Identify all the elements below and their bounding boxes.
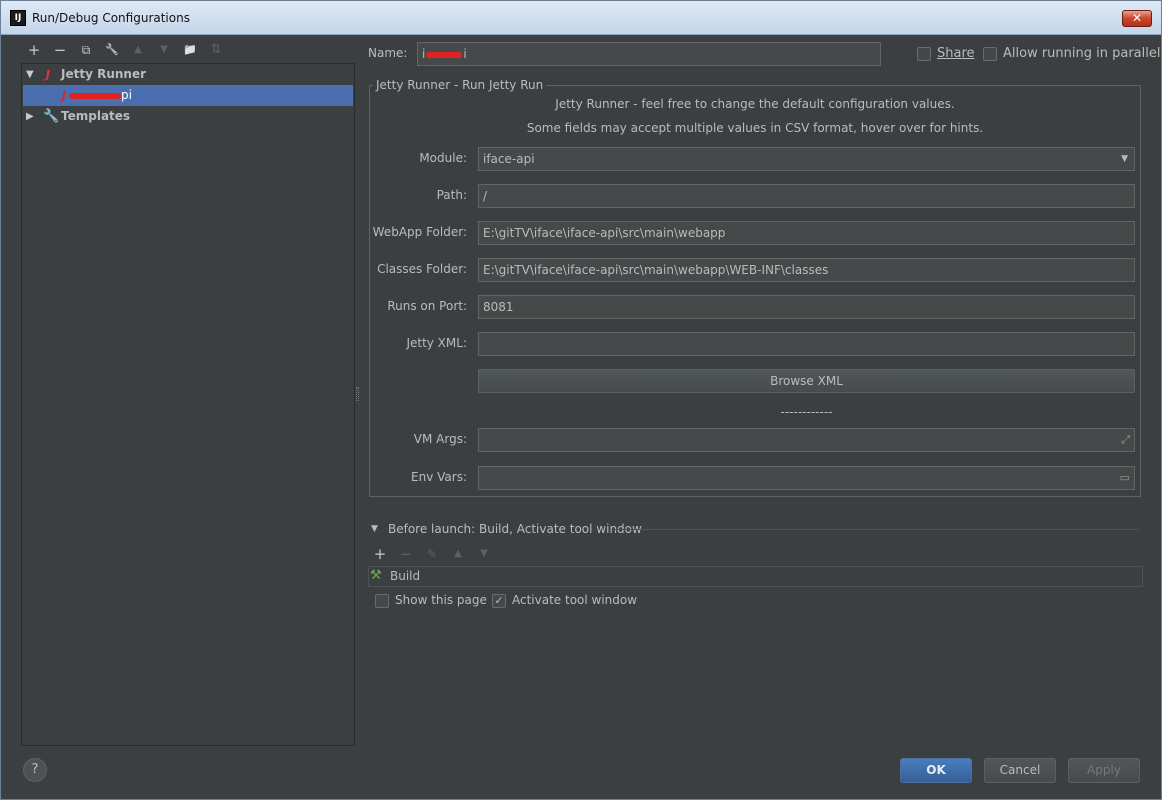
redaction-mark xyxy=(426,51,463,58)
webapp-folder-input[interactable]: E:\gitTV\iface\iface-api\src\main\webapp xyxy=(478,221,1135,245)
edit-task-pencil-icon[interactable]: ✎ xyxy=(423,545,441,563)
jetty-xml-input[interactable] xyxy=(478,332,1135,356)
cancel-button[interactable]: Cancel xyxy=(984,758,1056,783)
remove-config-button[interactable]: − xyxy=(51,39,69,61)
expanded-arrow-icon[interactable]: ▼ xyxy=(26,64,34,85)
before-launch-divider xyxy=(613,529,1139,530)
vm-args-label: VM Args: xyxy=(413,432,467,446)
path-input[interactable]: / xyxy=(478,184,1135,208)
config-tree[interactable]: ▼ J Jetty Runner J pi ▶ 🔧 Templates xyxy=(21,63,355,746)
title-bar: IJ Run/Debug Configurations ✕ xyxy=(1,1,1161,35)
intellij-app-icon: IJ xyxy=(10,10,26,26)
ok-button[interactable]: OK xyxy=(900,758,972,783)
tree-group-jetty-runner[interactable]: ▼ J Jetty Runner xyxy=(23,64,353,85)
add-config-button[interactable]: + xyxy=(25,39,43,61)
sort-button[interactable]: ⇅ xyxy=(207,39,225,61)
activate-tool-window-label: Activate tool window xyxy=(512,593,638,607)
task-build[interactable]: Build xyxy=(390,569,420,583)
move-down-button[interactable]: ▼ xyxy=(155,39,173,61)
group-title: Jetty Runner - Run Jetty Run xyxy=(373,78,547,92)
run-debug-dialog: IJ Run/Debug Configurations ✕ + − ⧉ 🔧 ▲ … xyxy=(0,0,1162,800)
folder-icon[interactable]: ▭ xyxy=(1120,467,1130,489)
separator-text: ------------ xyxy=(780,405,833,419)
help-button[interactable]: ? xyxy=(23,758,47,782)
env-vars-label: Env Vars: xyxy=(411,470,467,484)
new-folder-button[interactable]: 📁 xyxy=(181,39,199,61)
hammer-icon: ⚒ xyxy=(370,568,382,583)
close-window-button[interactable]: ✕ xyxy=(1122,10,1152,27)
info-line-2: Some fields may accept multiple values i… xyxy=(526,121,984,135)
classes-folder-input[interactable]: E:\gitTV\iface\iface-api\src\main\webapp… xyxy=(478,258,1135,282)
share-checkbox[interactable] xyxy=(917,47,931,61)
chevron-down-icon: ▼ xyxy=(1121,154,1128,164)
move-task-down-button[interactable]: ▼ xyxy=(475,545,493,563)
copy-config-button[interactable]: ⧉ xyxy=(77,39,95,61)
window-title: Run/Debug Configurations xyxy=(32,11,190,25)
webapp-folder-label: WebApp Folder: xyxy=(372,225,467,239)
info-line-1: Jetty Runner - feel free to change the d… xyxy=(555,97,955,111)
selected-config-label: pi xyxy=(69,85,132,106)
collapsed-arrow-icon[interactable]: ▶ xyxy=(26,106,34,127)
port-input[interactable]: 8081 xyxy=(478,295,1135,319)
apply-button[interactable]: Apply xyxy=(1068,758,1140,783)
splitter-handle[interactable] xyxy=(356,387,359,401)
module-select[interactable]: iface-api ▼ xyxy=(478,147,1135,171)
redaction-mark xyxy=(69,92,121,99)
expand-icon[interactable]: ⤢ xyxy=(1121,429,1130,451)
classes-folder-label: Classes Folder: xyxy=(377,262,467,276)
edit-defaults-wrench-icon[interactable]: 🔧 xyxy=(103,39,121,61)
allow-parallel-label: Allow running in parallel xyxy=(1003,46,1161,61)
port-label: Runs on Port: xyxy=(387,299,467,313)
show-page-label: Show this page xyxy=(395,593,487,607)
wrench-icon: 🔧 xyxy=(43,109,60,124)
path-label: Path: xyxy=(436,188,467,202)
name-input[interactable]: ii xyxy=(417,42,881,66)
before-launch-task-list: ⚒ Build xyxy=(368,566,1143,587)
name-label: Name: xyxy=(368,46,408,60)
module-label: Module: xyxy=(419,151,467,165)
allow-parallel-checkbox[interactable] xyxy=(983,47,997,61)
show-page-checkbox[interactable] xyxy=(375,594,389,608)
env-vars-input[interactable]: ▭ xyxy=(478,466,1135,490)
collapse-arrow-icon[interactable]: ▼ xyxy=(371,524,378,534)
move-up-button[interactable]: ▲ xyxy=(129,39,147,61)
config-toolbar: + − ⧉ 🔧 ▲ ▼ 📁 ⇅ xyxy=(21,39,261,61)
vm-args-input[interactable]: ⤢ xyxy=(478,428,1135,452)
tree-item-selected-config[interactable]: J pi xyxy=(23,85,353,106)
share-label: Share xyxy=(937,46,975,61)
move-task-up-button[interactable]: ▲ xyxy=(449,545,467,563)
templates-label: Templates xyxy=(61,109,131,123)
browse-xml-button[interactable]: Browse XML xyxy=(478,369,1135,393)
before-launch-title: Before launch: Build, Activate tool wind… xyxy=(388,522,642,536)
remove-task-button[interactable]: − xyxy=(397,545,415,563)
jetty-runner-icon: J xyxy=(45,68,51,81)
jetty-runner-label: Jetty Runner xyxy=(61,67,147,81)
add-task-button[interactable]: + xyxy=(371,545,389,563)
activate-tool-window-checkbox[interactable]: ✓ xyxy=(492,594,506,608)
jetty-xml-label: Jetty XML: xyxy=(406,336,467,350)
tree-group-templates[interactable]: ▶ 🔧 Templates xyxy=(23,106,353,127)
